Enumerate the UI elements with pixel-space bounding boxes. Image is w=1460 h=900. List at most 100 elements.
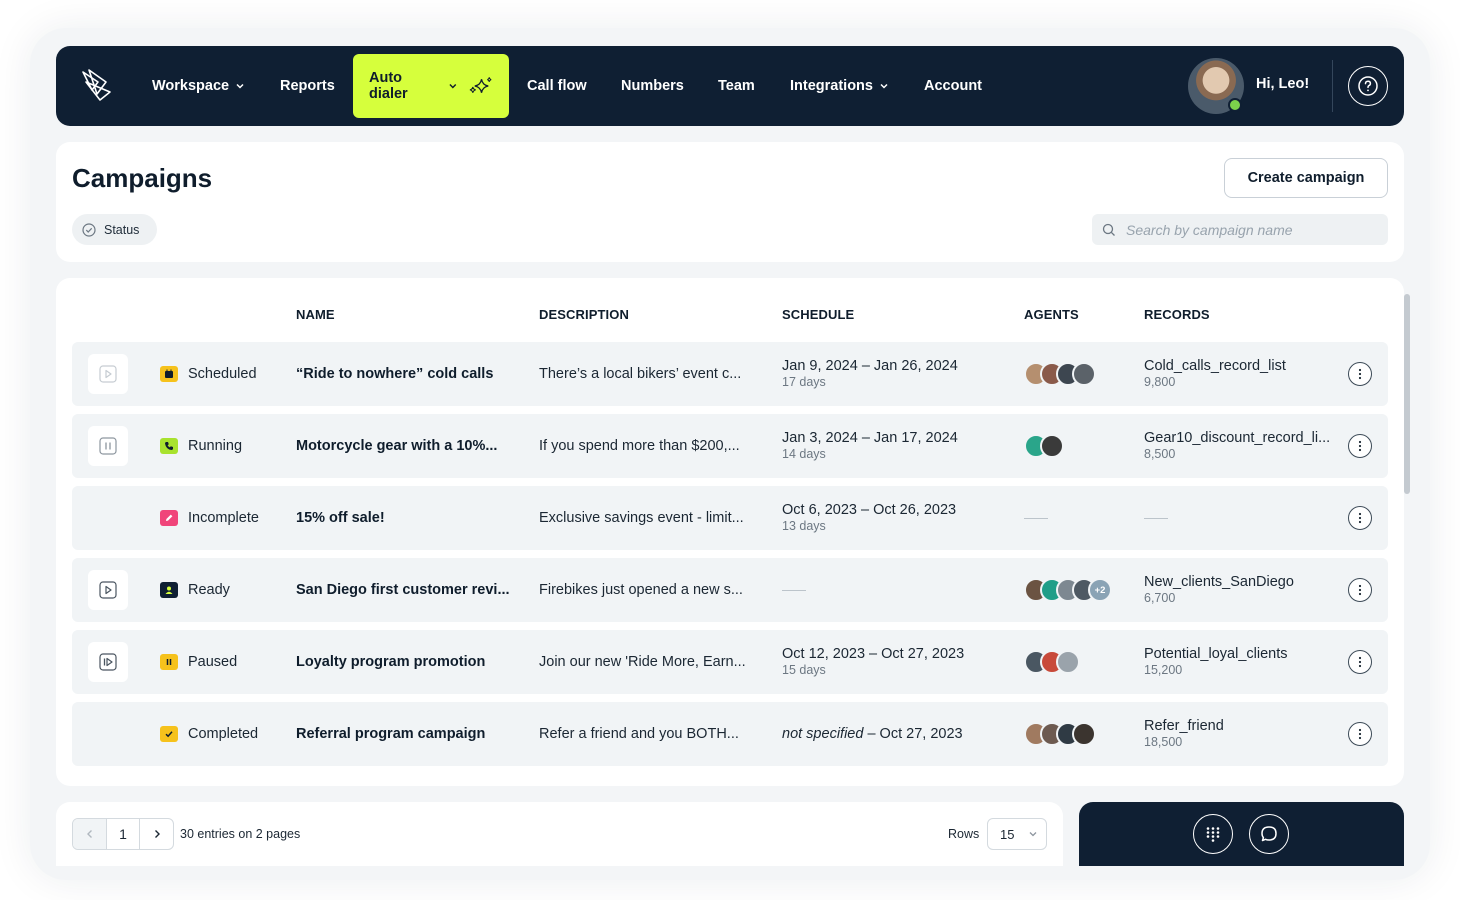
table-row[interactable]: Completed Referral program campaign Refe… bbox=[72, 702, 1388, 766]
next-page-button[interactable] bbox=[140, 819, 173, 849]
agent-avatars[interactable] bbox=[1024, 650, 1080, 674]
call-dock bbox=[1079, 802, 1404, 866]
more-agents-badge[interactable]: +2 bbox=[1088, 578, 1112, 602]
agent-avatar bbox=[1040, 434, 1064, 458]
nav-item-reports[interactable]: Reports bbox=[280, 54, 335, 118]
more-vertical-icon bbox=[1358, 728, 1362, 740]
create-campaign-button[interactable]: Create campaign bbox=[1224, 158, 1388, 198]
campaign-name[interactable]: “Ride to nowhere” cold calls bbox=[296, 366, 516, 382]
campaign-name[interactable]: San Diego first customer revi... bbox=[296, 582, 516, 598]
nav-item-workspace[interactable]: Workspace bbox=[152, 54, 245, 118]
more-vertical-icon bbox=[1358, 512, 1362, 524]
row-actions-button[interactable] bbox=[1348, 434, 1372, 458]
campaign-schedule: Oct 12, 2023 – Oct 27, 2023 15 days bbox=[782, 646, 964, 677]
row-actions-button[interactable] bbox=[1348, 506, 1372, 530]
column-header-schedule[interactable]: SCHEDULE bbox=[782, 307, 854, 322]
chevron-left-icon bbox=[86, 830, 92, 838]
record-list-name: Gear10_discount_record_li... bbox=[1144, 430, 1331, 446]
row-actions-button[interactable] bbox=[1348, 362, 1372, 386]
record-count: 8,500 bbox=[1144, 447, 1176, 461]
pause-icon bbox=[160, 654, 178, 670]
agent-avatars[interactable]: +2 bbox=[1024, 578, 1112, 602]
campaign-name[interactable]: Referral program campaign bbox=[296, 726, 516, 742]
row-actions-button[interactable] bbox=[1348, 722, 1372, 746]
nav-divider bbox=[1332, 60, 1333, 112]
start-campaign-button[interactable] bbox=[88, 570, 128, 610]
chevron-down-icon bbox=[880, 83, 888, 89]
nav-item-team[interactable]: Team bbox=[718, 54, 755, 118]
record-list-name: New_clients_SanDiego bbox=[1144, 574, 1294, 590]
start-campaign-button[interactable] bbox=[88, 354, 128, 394]
schedule-duration: 17 days bbox=[782, 375, 826, 389]
table-row[interactable]: Ready San Diego first customer revi... F… bbox=[72, 558, 1388, 622]
previous-page-button[interactable] bbox=[73, 819, 106, 849]
no-schedule-placeholder bbox=[782, 590, 806, 591]
dialpad-button[interactable] bbox=[1193, 814, 1233, 854]
pause-campaign-button[interactable] bbox=[88, 426, 128, 466]
table-row[interactable]: Incomplete 15% off sale! Exclusive savin… bbox=[72, 486, 1388, 550]
resume-campaign-button[interactable] bbox=[88, 642, 128, 682]
rows-label: Rows bbox=[948, 827, 980, 841]
brand-logo-icon[interactable] bbox=[80, 68, 114, 102]
user-icon bbox=[160, 582, 178, 598]
column-header-records[interactable]: RECORDS bbox=[1144, 307, 1210, 322]
search-icon bbox=[1102, 223, 1115, 236]
table-row[interactable]: Paused Loyalty program promotion Join ou… bbox=[72, 630, 1388, 694]
agent-avatar bbox=[1056, 650, 1080, 674]
campaign-name[interactable]: Motorcycle gear with a 10%... bbox=[296, 438, 516, 454]
column-header-agents[interactable]: AGENTS bbox=[1024, 307, 1079, 322]
campaign-records: Cold_calls_record_list 9,800 bbox=[1144, 358, 1334, 389]
nav-item-call-flow[interactable]: Call flow bbox=[527, 54, 587, 118]
agent-avatars[interactable] bbox=[1024, 722, 1096, 746]
check-icon bbox=[160, 726, 178, 742]
agent-avatars[interactable] bbox=[1024, 362, 1096, 386]
chat-button[interactable] bbox=[1249, 814, 1289, 854]
campaign-name[interactable]: 15% off sale! bbox=[296, 510, 516, 526]
schedule-duration: 13 days bbox=[782, 519, 826, 533]
table-scrollbar[interactable] bbox=[1404, 294, 1410, 494]
status-filter-label: Status bbox=[104, 222, 140, 237]
search-input[interactable] bbox=[1126, 221, 1376, 238]
online-status-dot bbox=[1228, 98, 1242, 112]
page-title: Campaigns bbox=[72, 163, 213, 193]
no-agents-placeholder bbox=[1024, 518, 1048, 519]
chevron-down-icon bbox=[1030, 832, 1037, 837]
nav-item-account[interactable]: Account bbox=[924, 54, 982, 118]
campaign-description: Firebikes just opened a new s... bbox=[539, 582, 743, 598]
phone-icon bbox=[160, 438, 178, 454]
help-button[interactable] bbox=[1348, 66, 1388, 106]
campaign-description: Exclusive savings event - limit... bbox=[539, 510, 744, 526]
chevron-down-icon bbox=[236, 83, 244, 89]
table-row[interactable]: Scheduled “Ride to nowhere” cold calls T… bbox=[72, 342, 1388, 406]
status-filter-chip[interactable]: Status bbox=[72, 214, 157, 245]
campaign-name[interactable]: Loyalty program promotion bbox=[296, 654, 516, 670]
agent-avatars[interactable] bbox=[1024, 434, 1064, 458]
nav-item-integrations[interactable]: Integrations bbox=[790, 54, 889, 118]
current-page[interactable]: 1 bbox=[106, 819, 140, 849]
table-row[interactable]: Running Motorcycle gear with a 10%... If… bbox=[72, 414, 1388, 478]
agent-avatar bbox=[1072, 722, 1096, 746]
column-header-name[interactable]: NAME bbox=[296, 307, 335, 322]
rows-per-page-select[interactable]: 15 bbox=[987, 818, 1047, 850]
more-vertical-icon bbox=[1358, 368, 1362, 380]
row-actions-button[interactable] bbox=[1348, 578, 1372, 602]
campaign-records: Refer_friend 18,500 bbox=[1144, 718, 1334, 749]
nav-item-numbers[interactable]: Numbers bbox=[621, 54, 684, 118]
row-actions-button[interactable] bbox=[1348, 650, 1372, 674]
campaign-schedule: Jan 3, 2024 – Jan 17, 2024 14 days bbox=[782, 430, 958, 461]
calendar-icon bbox=[160, 366, 178, 382]
column-header-description[interactable]: DESCRIPTION bbox=[539, 307, 629, 322]
dialpad-icon bbox=[1206, 827, 1220, 842]
user-avatar[interactable] bbox=[1188, 58, 1244, 114]
sparkles-icon bbox=[469, 77, 492, 93]
schedule-duration: 15 days bbox=[782, 663, 826, 677]
status-label: Paused bbox=[188, 654, 238, 670]
schedule-duration: 14 days bbox=[782, 447, 826, 461]
status-label: Ready bbox=[188, 582, 230, 598]
pause-icon bbox=[99, 437, 117, 455]
schedule-range: Jan 9, 2024 – Jan 26, 2024 bbox=[782, 358, 958, 374]
status-label: Completed bbox=[188, 726, 259, 742]
nav-item-auto-dialer[interactable]: Auto dialer bbox=[353, 54, 509, 118]
schedule-range: Oct 6, 2023 – Oct 26, 2023 bbox=[782, 502, 957, 518]
rows-per-page-value: 15 bbox=[1000, 826, 1015, 842]
